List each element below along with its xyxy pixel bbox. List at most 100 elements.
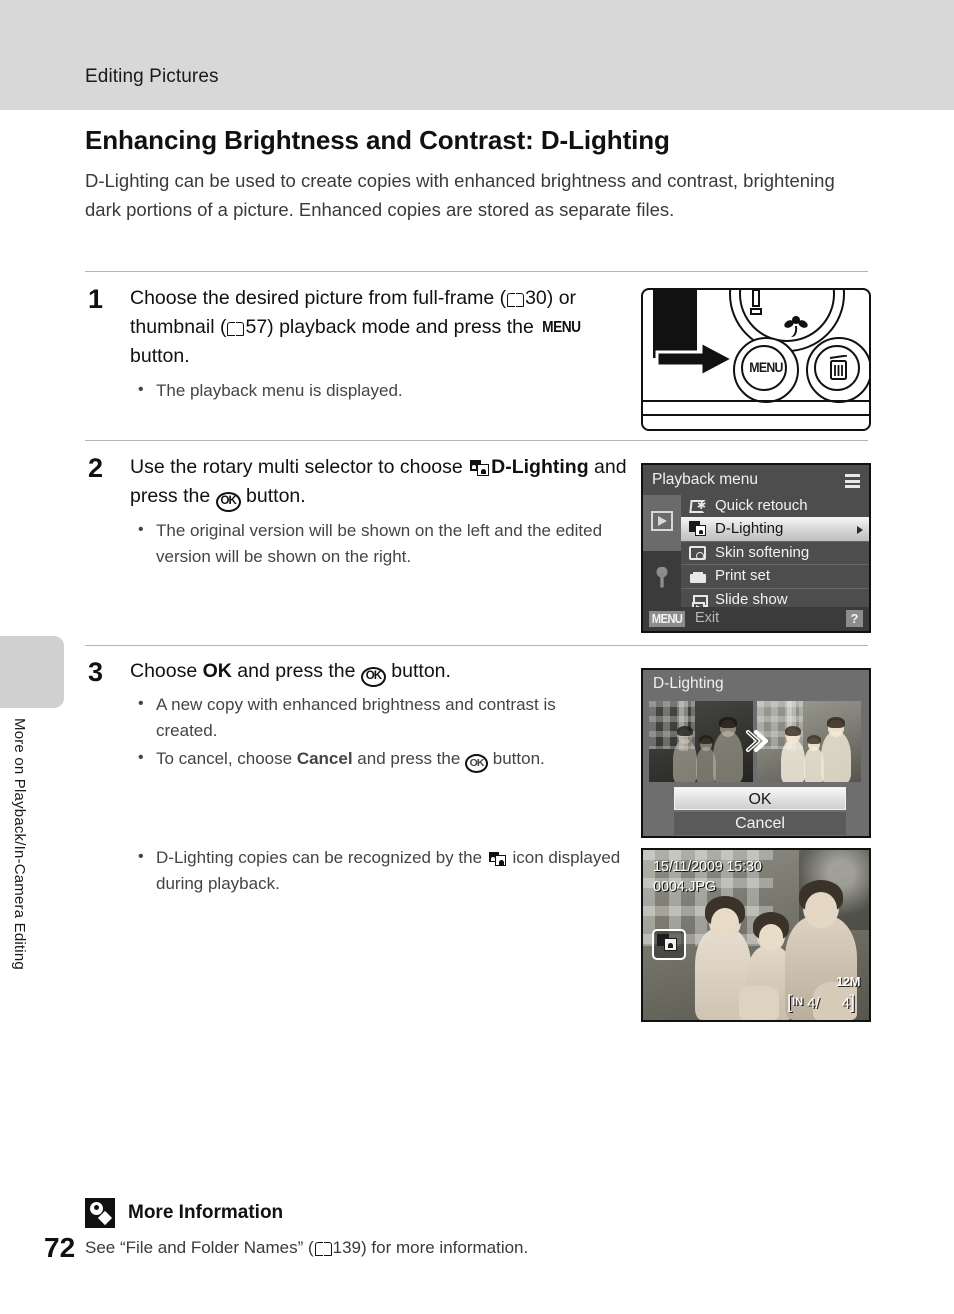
camera-menu-button-label: MENU	[749, 359, 783, 375]
d-lighting-icon	[488, 852, 506, 866]
cancel-button[interactable]: Cancel	[674, 812, 846, 835]
step-2-text: Use the rotary multi selector to choose …	[130, 453, 630, 512]
info-ref: 139	[332, 1238, 362, 1257]
slide-show-icon	[689, 592, 708, 612]
divider-rule-1	[85, 271, 868, 272]
preview-image-before	[649, 701, 753, 782]
info-text-pre: See “File and Folder Names” (	[85, 1238, 314, 1257]
list-lines-icon	[845, 474, 860, 489]
step-1-ref1: 30	[525, 287, 547, 309]
camera-edge-line-2	[643, 414, 869, 416]
playback-image-screenshot: 15/11/2009 15:30 0004.JPG 12M [IN 4/4]	[641, 848, 871, 1022]
list-item: D-Lighting copies can be recognized by t…	[130, 844, 630, 897]
menu-button-glyph: MENU	[542, 319, 581, 336]
step-2-text-part3: button.	[240, 485, 306, 507]
step-2-bullets: The original version will be shown on th…	[130, 517, 610, 572]
step-3-text-part1: Choose	[130, 660, 203, 682]
power-indicator-icon	[750, 290, 762, 315]
book-ref-icon	[314, 1242, 332, 1256]
step-3-extra-bullet: D-Lighting copies can be recognized by t…	[130, 844, 630, 899]
step-1-text: Choose the desired picture from full-fra…	[130, 284, 630, 371]
page-title: Enhancing Brightness and Contrast: D-Lig…	[85, 125, 670, 155]
ok-button-glyph: OK	[465, 754, 489, 773]
ok-button[interactable]: OK	[674, 787, 846, 810]
divider-rule-3	[85, 645, 868, 646]
trash-icon	[829, 355, 848, 380]
preview-image-after	[757, 701, 861, 782]
playback-menu-title: Playback menu	[652, 471, 758, 488]
menu-item-quick-retouch[interactable]: Quick retouch	[681, 495, 869, 517]
menu-item-label: Slide show	[715, 590, 788, 608]
book-ref-icon	[227, 322, 245, 336]
more-information-title: More Information	[128, 1202, 284, 1223]
internal-memory-label: IN	[792, 996, 804, 1008]
d-lighting-screen-title: D-Lighting	[653, 675, 724, 692]
help-icon[interactable]: ?	[846, 610, 863, 627]
step-3-text: Choose OK and press the OK button.	[130, 657, 630, 687]
foreground-legs	[739, 986, 779, 1020]
lightbulb-icon	[85, 1198, 115, 1228]
image-size-badge: 12M	[836, 974, 860, 989]
step-1-text-part3: ) playback mode and press the	[267, 316, 540, 338]
playback-mode-icon	[651, 511, 673, 531]
playback-menu-screenshot: Playback menu Quick retouch D-Lighting	[641, 463, 871, 633]
menu-item-label: D-Lighting	[715, 520, 784, 538]
list-item: The original version will be shown on th…	[130, 517, 610, 570]
step-2-text-part1: Use the rotary multi selector to choose	[130, 456, 469, 478]
extra-bullet-pre: D-Lighting copies can be recognized by t…	[156, 848, 487, 867]
photo-timestamp: 15/11/2009 15:30	[653, 859, 762, 875]
menu-item-print-set[interactable]: Print set	[681, 564, 869, 587]
step-2-bold-label: D-Lighting	[491, 456, 589, 478]
divider-rule-2	[85, 440, 868, 441]
frame-separator: /	[815, 995, 820, 1012]
step-3-number: 3	[88, 657, 104, 687]
more-information-text: See “File and Folder Names” ( 139) for mo…	[85, 1238, 785, 1258]
step-3-bullets: A new copy with enhanced brightness and …	[130, 691, 610, 775]
list-item: The playback menu is displayed.	[130, 377, 610, 404]
sidebar-tab-playback[interactable]	[643, 495, 681, 551]
menu-item-d-lighting[interactable]: D-Lighting	[681, 517, 869, 541]
d-lighting-icon	[470, 460, 490, 476]
menu-item-label: Skin softening	[715, 543, 810, 561]
quick-retouch-icon	[689, 498, 707, 514]
bullet-mid: and press the	[352, 749, 466, 768]
bullet-bold-cancel: Cancel	[296, 749, 353, 768]
frame-counter: [IN 4/4]	[787, 992, 855, 1012]
menu-item-label: Quick retouch	[715, 497, 808, 514]
step-1-number: 1	[88, 284, 104, 314]
camera-delete-button[interactable]	[806, 337, 869, 403]
step-3-bold-label: OK	[202, 660, 232, 682]
camera-body-illustration: MENU	[641, 288, 871, 431]
bullet-post: button.	[488, 749, 545, 768]
list-item: To cancel, choose Cancel and press the O…	[130, 745, 610, 773]
step-1-bullets: The playback menu is displayed.	[130, 377, 610, 406]
playback-menu-sidebar	[643, 495, 681, 607]
frame-total: 4	[841, 995, 850, 1012]
playback-menu-footer: MENU Exit ?	[643, 607, 869, 631]
menu-item-skin-softening[interactable]: Skin softening	[681, 540, 869, 564]
ok-button-glyph: OK	[215, 492, 241, 512]
ok-button-glyph: OK	[360, 667, 386, 687]
print-set-icon	[689, 568, 707, 584]
d-lighting-buttons: OK Cancel	[674, 787, 846, 835]
page-content: Enhancing Brightness and Contrast: D-Lig…	[0, 0, 954, 1314]
double-chevron-right-icon	[746, 730, 768, 752]
chevron-right-icon	[857, 526, 863, 535]
step-1-text-part1: Choose the desired picture from full-fra…	[130, 287, 507, 309]
step-3-text-part3: button.	[385, 660, 451, 682]
step-1-text-part4: button.	[130, 345, 190, 367]
step-1-ref2: 57	[245, 316, 268, 338]
playback-menu-list: Quick retouch D-Lighting Skin softening …	[681, 495, 869, 612]
list-item: A new copy with enhanced brightness and …	[130, 691, 610, 744]
right-arrow-icon	[655, 340, 735, 378]
book-ref-icon	[507, 293, 525, 307]
d-lighting-preview-screenshot: D-Lighting OK Cancel	[641, 668, 871, 838]
step-3-text-part2: and press the	[231, 660, 361, 682]
photo-filename: 0004.JPG	[653, 879, 716, 895]
exit-label: Exit	[695, 610, 720, 626]
flower-macro-icon	[784, 316, 808, 337]
camera-menu-button[interactable]: MENU	[733, 337, 799, 403]
info-text-post: ) for more information.	[361, 1238, 529, 1257]
menu-item-label: Print set	[715, 567, 771, 585]
d-lighting-icon	[689, 521, 707, 537]
